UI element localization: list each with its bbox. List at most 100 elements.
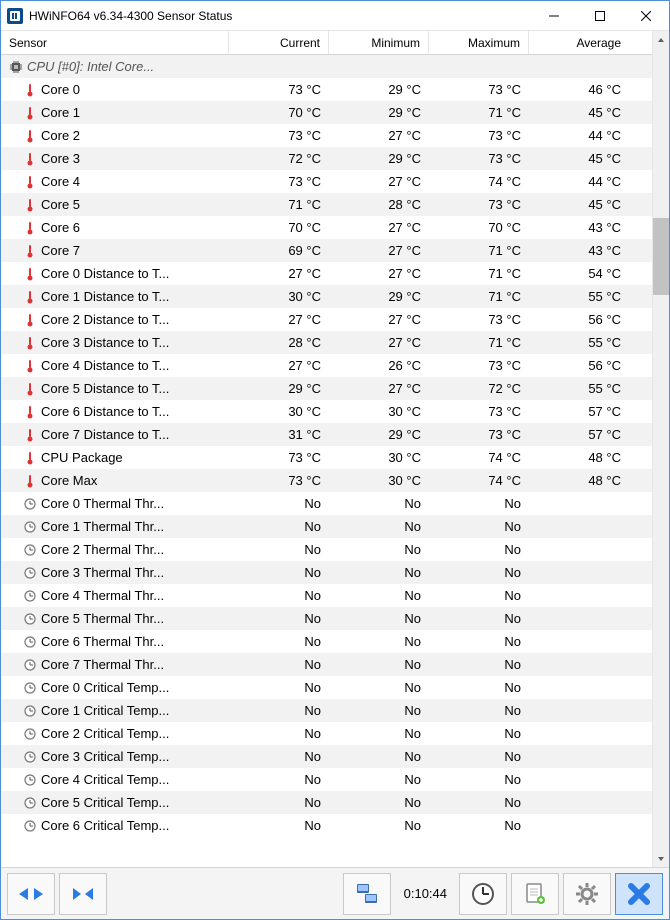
cell-avg: 57 °C — [529, 427, 629, 442]
scroll-up-button[interactable] — [653, 31, 669, 48]
table-row[interactable]: Core 170 °C29 °C71 °C45 °C — [1, 101, 652, 124]
table-row[interactable]: Core 3 Thermal Thr...NoNoNo — [1, 561, 652, 584]
cell-avg: 48 °C — [529, 450, 629, 465]
table-header: Sensor Current Minimum Maximum Average — [1, 31, 652, 55]
scroll-thumb[interactable] — [653, 218, 669, 295]
cell-min: 26 °C — [329, 358, 429, 373]
cell-max: 74 °C — [429, 450, 529, 465]
thermometer-icon — [23, 290, 37, 304]
table-row[interactable]: Core 1 Thermal Thr...NoNoNo — [1, 515, 652, 538]
cell-cur: No — [229, 703, 329, 718]
cell-min: No — [329, 519, 429, 534]
clock-icon — [23, 612, 37, 626]
clock-icon — [23, 750, 37, 764]
thermometer-icon — [23, 451, 37, 465]
cell-max: 70 °C — [429, 220, 529, 235]
thermometer-icon — [23, 359, 37, 373]
cell-max: No — [429, 749, 529, 764]
table-row[interactable]: Core 3 Critical Temp...NoNoNo — [1, 745, 652, 768]
table-row[interactable]: Core 2 Critical Temp...NoNoNo — [1, 722, 652, 745]
window-buttons — [531, 1, 669, 30]
header-current[interactable]: Current — [229, 31, 329, 54]
table-row[interactable]: Core 372 °C29 °C73 °C45 °C — [1, 147, 652, 170]
table-row[interactable]: Core 5 Distance to T...29 °C27 °C72 °C55… — [1, 377, 652, 400]
table-row[interactable]: Core 571 °C28 °C73 °C45 °C — [1, 193, 652, 216]
cell-max: 73 °C — [429, 151, 529, 166]
header-sensor[interactable]: Sensor — [1, 31, 229, 54]
cell-cur: No — [229, 772, 329, 787]
table-row[interactable]: Core 2 Thermal Thr...NoNoNo — [1, 538, 652, 561]
cell-min: 27 °C — [329, 220, 429, 235]
cell-max: No — [429, 703, 529, 718]
header-average[interactable]: Average — [529, 31, 629, 54]
table-row[interactable]: Core 6 Distance to T...30 °C30 °C73 °C57… — [1, 400, 652, 423]
close-button[interactable] — [623, 1, 669, 30]
cell-cur: 29 °C — [229, 381, 329, 396]
clock-icon — [23, 543, 37, 557]
clock-icon — [23, 520, 37, 534]
sensor-name: Core 1 Distance to T... — [41, 289, 169, 304]
cell-min: 30 °C — [329, 473, 429, 488]
titlebar[interactable]: HWiNFO64 v6.34-4300 Sensor Status — [1, 1, 669, 31]
remote-button[interactable] — [343, 873, 391, 915]
cell-cur: 71 °C — [229, 197, 329, 212]
scroll-down-button[interactable] — [653, 850, 669, 867]
cell-cur: No — [229, 611, 329, 626]
collapse-button[interactable] — [59, 873, 107, 915]
vertical-scrollbar[interactable] — [652, 31, 669, 867]
table-row[interactable]: CPU Package73 °C30 °C74 °C48 °C — [1, 446, 652, 469]
expand-button[interactable] — [7, 873, 55, 915]
table-row[interactable]: Core 7 Distance to T...31 °C29 °C73 °C57… — [1, 423, 652, 446]
cell-avg: 56 °C — [529, 358, 629, 373]
table-row[interactable]: Core 5 Thermal Thr...NoNoNo — [1, 607, 652, 630]
cell-cur: 27 °C — [229, 312, 329, 327]
table-row[interactable]: Core 4 Distance to T...27 °C26 °C73 °C56… — [1, 354, 652, 377]
settings-button[interactable] — [563, 873, 611, 915]
clock-icon — [23, 635, 37, 649]
sensor-name: Core 5 Thermal Thr... — [41, 611, 164, 626]
cell-cur: 28 °C — [229, 335, 329, 350]
table-row[interactable]: Core 1 Distance to T...30 °C29 °C71 °C55… — [1, 285, 652, 308]
cell-min: 28 °C — [329, 197, 429, 212]
cell-max: No — [429, 496, 529, 511]
thermometer-icon — [23, 336, 37, 350]
table-row[interactable]: Core 0 Critical Temp...NoNoNo — [1, 676, 652, 699]
table-row[interactable]: Core 670 °C27 °C70 °C43 °C — [1, 216, 652, 239]
table-row[interactable]: Core 5 Critical Temp...NoNoNo — [1, 791, 652, 814]
header-maximum[interactable]: Maximum — [429, 31, 529, 54]
table-row[interactable]: Core 7 Thermal Thr...NoNoNo — [1, 653, 652, 676]
cell-cur: No — [229, 542, 329, 557]
cell-cur: 73 °C — [229, 128, 329, 143]
table-row[interactable]: Core 473 °C27 °C74 °C44 °C — [1, 170, 652, 193]
table-row[interactable]: Core 0 Thermal Thr...NoNoNo — [1, 492, 652, 515]
table-row[interactable]: Core 4 Critical Temp...NoNoNo — [1, 768, 652, 791]
table-row[interactable]: Core 6 Critical Temp...NoNoNo — [1, 814, 652, 837]
thermometer-icon — [23, 474, 37, 488]
table-row[interactable]: Core 273 °C27 °C73 °C44 °C — [1, 124, 652, 147]
header-minimum[interactable]: Minimum — [329, 31, 429, 54]
table-row[interactable]: Core 3 Distance to T...28 °C27 °C71 °C55… — [1, 331, 652, 354]
close-window-button[interactable] — [615, 873, 663, 915]
clock-button[interactable] — [459, 873, 507, 915]
cell-cur: 72 °C — [229, 151, 329, 166]
table-row[interactable]: Core 073 °C29 °C73 °C46 °C — [1, 78, 652, 101]
maximize-button[interactable] — [577, 1, 623, 30]
table-row[interactable]: Core 0 Distance to T...27 °C27 °C71 °C54… — [1, 262, 652, 285]
scroll-track[interactable] — [653, 48, 669, 850]
table-row[interactable]: Core 769 °C27 °C71 °C43 °C — [1, 239, 652, 262]
group-label: CPU [#0]: Intel Core... — [27, 59, 154, 74]
log-button[interactable] — [511, 873, 559, 915]
sensor-name: CPU Package — [41, 450, 123, 465]
table-row[interactable]: Core 2 Distance to T...27 °C27 °C73 °C56… — [1, 308, 652, 331]
sensor-name: Core 6 Thermal Thr... — [41, 634, 164, 649]
table-row[interactable]: Core 1 Critical Temp...NoNoNo — [1, 699, 652, 722]
cell-max: No — [429, 519, 529, 534]
minimize-button[interactable] — [531, 1, 577, 30]
cell-min: No — [329, 588, 429, 603]
cell-cur: No — [229, 519, 329, 534]
table-row[interactable]: Core Max73 °C30 °C74 °C48 °C — [1, 469, 652, 492]
cell-min: No — [329, 611, 429, 626]
group-row-cpu[interactable]: CPU [#0]: Intel Core... — [1, 55, 652, 78]
table-row[interactable]: Core 4 Thermal Thr...NoNoNo — [1, 584, 652, 607]
table-row[interactable]: Core 6 Thermal Thr...NoNoNo — [1, 630, 652, 653]
